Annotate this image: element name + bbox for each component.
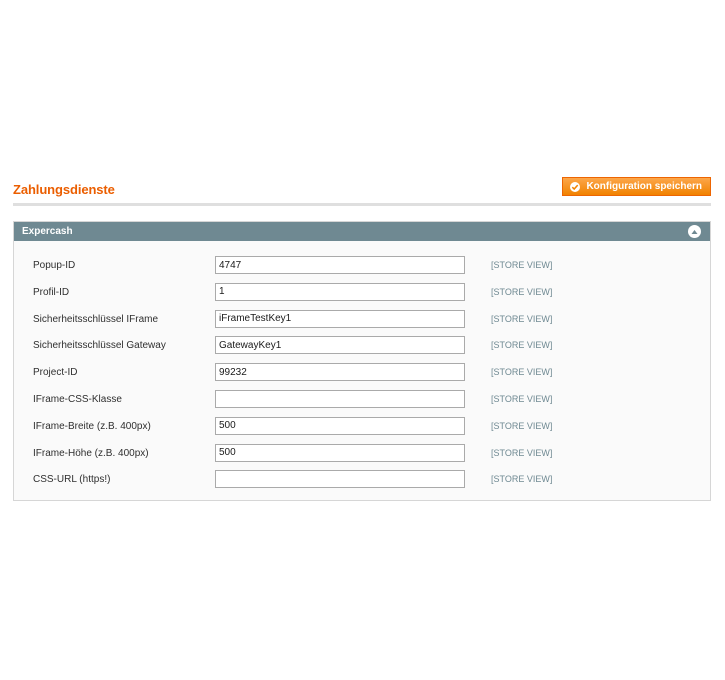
field-row: IFrame-Breite (z.B. 400px) [STORE VIEW] (14, 416, 710, 444)
field-label: CSS-URL (https!) (33, 474, 111, 486)
page-title: Zahlungsdienste (13, 182, 115, 197)
scope-label: [STORE VIEW] (491, 260, 553, 270)
field-row: Profil-ID [STORE VIEW] (14, 282, 710, 310)
scope-label: [STORE VIEW] (491, 340, 553, 351)
checkmark-icon (570, 181, 581, 192)
field-label: Popup-ID (33, 260, 76, 271)
page: Zahlungsdienste Konfiguration speichern … (0, 0, 725, 680)
field-label: IFrame-Breite (z.B. 400px) (33, 420, 151, 432)
save-config-label: Konfiguration speichern (586, 181, 702, 192)
field-row: Popup-ID [STORE VIEW] (14, 256, 710, 283)
field-row: Sicherheitsschlüssel IFrame [STORE VIEW] (14, 309, 710, 337)
field-label: IFrame-Höhe (z.B. 400px) (33, 447, 149, 459)
page-header: Zahlungsdienste Konfiguration speichern (13, 176, 711, 202)
arrow-up-icon[interactable] (688, 225, 701, 238)
scope-label: [STORE VIEW] (491, 286, 553, 297)
field-input[interactable] (215, 282, 465, 301)
field-input[interactable] (215, 256, 465, 274)
field-input[interactable] (215, 443, 465, 462)
scope-label: [STORE VIEW] (491, 367, 553, 378)
section-header[interactable]: Expercash (14, 222, 710, 241)
field-rows: Popup-ID [STORE VIEW] Profil-ID [STORE VIEW… (14, 256, 710, 497)
field-label: Project-ID (33, 367, 78, 379)
field-row: Project-ID [STORE VIEW] (14, 363, 710, 390)
scope-label: [STORE VIEW] (491, 447, 553, 458)
section-title: Expercash (22, 226, 73, 237)
field-label: Profil-ID (33, 286, 70, 298)
scope-label: [STORE VIEW] (491, 420, 553, 431)
field-row: IFrame-Höhe (z.B. 400px) [STORE VIEW] (14, 443, 710, 471)
scope-label: [STORE VIEW] (491, 474, 553, 485)
save-config-button[interactable]: Konfiguration speichern (562, 177, 711, 196)
field-input[interactable] (215, 309, 465, 328)
scope-label: [STORE VIEW] (491, 393, 553, 404)
field-row: Sicherheitsschlüssel Gateway [STORE VIEW] (14, 336, 710, 363)
field-input[interactable] (215, 363, 465, 382)
field-input[interactable] (215, 416, 465, 435)
scope-label: [STORE VIEW] (491, 313, 553, 324)
field-input[interactable] (215, 389, 465, 408)
field-row: IFrame-CSS-Klasse [STORE VIEW] (14, 389, 710, 417)
field-label: Sicherheitsschlüssel IFrame (33, 313, 159, 325)
field-input[interactable] (215, 336, 465, 355)
expercash-fieldset: Expercash Popup-ID [STORE VIEW] Profil-ID [… (13, 221, 711, 501)
header-divider (13, 203, 711, 206)
field-input[interactable] (215, 470, 465, 489)
field-label: IFrame-CSS-Klasse (33, 393, 122, 405)
field-row: CSS-URL (https!) [STORE VIEW] (14, 470, 710, 497)
field-label: Sicherheitsschlüssel Gateway (33, 340, 166, 352)
